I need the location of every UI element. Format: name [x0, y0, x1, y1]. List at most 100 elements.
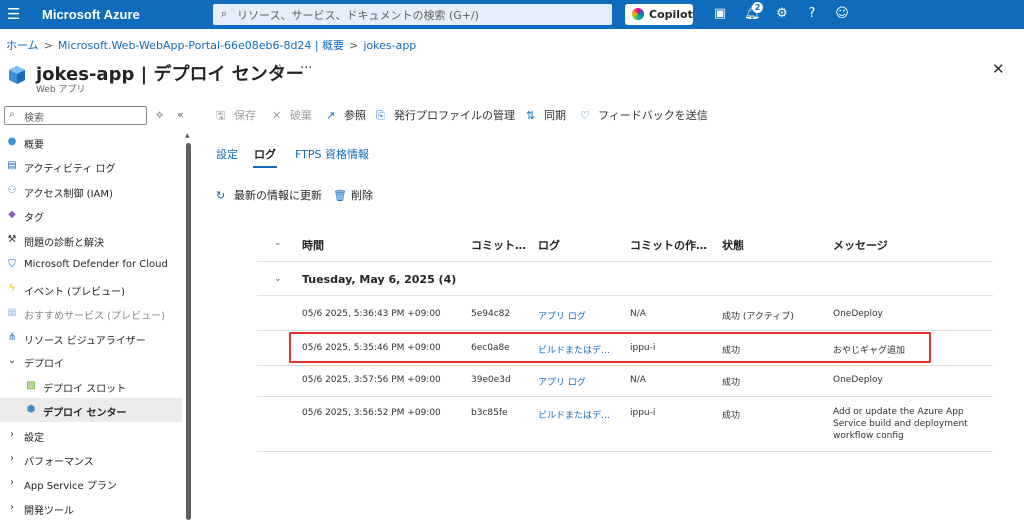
sidebar-item-recommended-services[interactable]: ▦ おすすめサービス (プレビュー): [0, 301, 182, 325]
sidebar-item-label: 問題の診断と解決: [24, 238, 104, 249]
send-feedback-button[interactable]: ♡ フィードバックを送信: [580, 107, 708, 123]
sidebar-item-label: パフォーマンス: [24, 457, 94, 468]
tab-logs[interactable]: ログ: [254, 146, 276, 162]
sidebar-item-label: おすすめサービス (プレビュー): [24, 311, 165, 322]
discard-button[interactable]: ✕ 破棄: [272, 107, 312, 123]
close-icon[interactable]: ✕: [992, 60, 1005, 78]
feedback-icon[interactable]: ☺: [834, 6, 850, 22]
heart-icon: ♡: [580, 109, 590, 122]
sidebar-item-iam[interactable]: ⚇ アクセス制御 (IAM): [0, 179, 182, 203]
help-icon[interactable]: ?: [804, 6, 820, 22]
group-chevron-down-icon[interactable]: ⌄: [274, 274, 282, 284]
column-header-commit[interactable]: コミット…: [471, 237, 526, 253]
cell-author: N/A: [630, 309, 646, 319]
sidebar-search-input[interactable]: ⌕ 検索: [4, 106, 147, 125]
sidebar-item-dev-tools[interactable]: › 開発ツール: [0, 496, 182, 520]
copilot-button[interactable]: Copilot: [625, 4, 693, 25]
sync-icon: ⇅: [526, 109, 536, 122]
table-divider: [257, 365, 993, 366]
cell-commit: 39e0e3d: [471, 375, 511, 385]
sidebar-item-deployment-slots[interactable]: ▧ デプロイ スロット: [0, 374, 182, 398]
sidebar-item-diagnose[interactable]: ⚒ 問題の診断と解決: [0, 228, 182, 252]
copilot-icon: [632, 8, 644, 20]
breadcrumb-jokes-app[interactable]: jokes-app: [363, 39, 416, 52]
brand-title[interactable]: Microsoft Azure: [42, 7, 140, 22]
sidebar-item-label: タグ: [24, 213, 44, 224]
feedback-label: フィードバックを送信: [598, 109, 708, 122]
sidebar-item-deploy[interactable]: ⌄ デプロイ: [0, 349, 182, 373]
sidebar-options-icon[interactable]: ⟡: [156, 108, 163, 122]
column-header-message[interactable]: メッセージ: [833, 237, 888, 253]
column-header-commit-author[interactable]: コミットの作…: [630, 237, 707, 253]
sidebar-item-tags[interactable]: ◆ タグ: [0, 203, 182, 227]
more-options-icon[interactable]: ···: [300, 61, 312, 76]
publish-profile-icon: ⎘: [376, 109, 385, 122]
save-button[interactable]: 🖫 保存: [216, 107, 256, 123]
delete-button[interactable]: 🗑︎ 削除: [333, 187, 373, 203]
breadcrumb-webapp-portal[interactable]: Microsoft.Web-WebApp-Portal-66e08eb6-8d2…: [58, 39, 344, 52]
chevron-right-icon: ›: [10, 477, 14, 488]
sync-button[interactable]: ⇅ 同期: [526, 107, 566, 123]
discard-icon: ✕: [272, 109, 282, 122]
sidebar-item-app-service-plan[interactable]: › App Service プラン: [0, 471, 182, 495]
sidebar-scroll-thumb[interactable]: [186, 143, 191, 520]
chevron-down-icon: ⌄: [7, 355, 17, 366]
deployment-center-icon: ⬢: [26, 404, 36, 415]
cell-log-link[interactable]: アプリ ログ: [538, 375, 586, 388]
sidebar-item-overview[interactable]: ● 概要: [0, 130, 182, 154]
table-divider: [257, 396, 993, 397]
cell-log-link[interactable]: ビルドまたはデ…: [538, 408, 610, 421]
sidebar-item-performance[interactable]: › パフォーマンス: [0, 447, 182, 471]
cell-message: Add or update the Azure App Service buil…: [833, 407, 968, 441]
tab-settings[interactable]: 設定: [216, 146, 238, 162]
column-header-time[interactable]: 時間: [302, 237, 324, 253]
hamburger-menu-icon[interactable]: ☰: [7, 6, 20, 23]
breadcrumb-separator: >: [349, 39, 359, 52]
tab-ftps-credentials[interactable]: FTPS 資格情報: [295, 146, 369, 162]
sidebar-item-label: App Service プラン: [24, 481, 117, 492]
sidebar-item-activity-log[interactable]: ▤ アクティビティ ログ: [0, 154, 182, 178]
browse-button[interactable]: ↗ 参照: [326, 107, 366, 123]
cell-commit: 5e94c82: [471, 309, 511, 319]
refresh-button[interactable]: ↻ 最新の情報に更新: [216, 187, 322, 203]
manage-publish-profile-button[interactable]: ⎘ 発行プロファイルの管理: [376, 107, 515, 123]
search-icon: ⌕: [9, 109, 15, 120]
breadcrumb-home[interactable]: ホーム: [6, 39, 39, 52]
column-header-status[interactable]: 状態: [722, 237, 744, 253]
column-header-log[interactable]: ログ: [538, 237, 560, 253]
cell-message: OneDeploy: [833, 309, 883, 319]
page-subtitle: Web アプリ: [36, 85, 86, 95]
save-icon: 🖫: [216, 109, 226, 122]
table-divider: [257, 261, 993, 262]
sync-label: 同期: [544, 109, 566, 122]
cell-time: 05/6 2025, 3:56:52 PM +09:00: [302, 408, 441, 418]
chevron-right-icon: ›: [10, 429, 14, 440]
collapse-sidebar-icon[interactable]: «: [177, 108, 184, 121]
favorite-star-icon[interactable]: ☆: [274, 62, 286, 77]
collapse-all-chevron-icon[interactable]: ⌄: [274, 238, 282, 248]
cloud-shell-icon[interactable]: ▣: [712, 6, 728, 22]
sidebar-item-settings[interactable]: › 設定: [0, 423, 182, 447]
sidebar-item-label: イベント (プレビュー): [24, 287, 125, 298]
delete-label: 削除: [351, 189, 373, 202]
global-search-input[interactable]: ⌕ リソース、サービス、ドキュメントの検索 (G+/): [213, 4, 612, 25]
sidebar-item-label: デプロイ センター: [43, 408, 127, 419]
cell-status: 成功: [722, 378, 741, 388]
tag-icon: ◆: [8, 209, 16, 220]
sidebar-item-label: 概要: [24, 140, 44, 151]
web-app-icon: [9, 66, 25, 84]
grid-icon: ▦: [7, 307, 17, 318]
refresh-icon: ↻: [216, 189, 226, 202]
sidebar-item-defender[interactable]: ⛉ Microsoft Defender for Cloud: [0, 253, 182, 277]
cell-author: N/A: [630, 375, 646, 385]
settings-icon[interactable]: ⚙: [774, 6, 790, 22]
breadcrumb-separator: >: [43, 39, 53, 52]
sidebar-item-events[interactable]: ϟ イベント (プレビュー): [0, 277, 182, 301]
sidebar-item-deployment-center[interactable]: ⬢ デプロイ センター: [0, 398, 182, 422]
save-label: 保存: [234, 109, 256, 122]
scroll-up-arrow-icon[interactable]: ▲: [185, 132, 190, 139]
cell-log-link[interactable]: アプリ ログ: [538, 309, 586, 322]
sidebar-item-resource-visualizer[interactable]: ⋔ リソース ビジュアライザー: [0, 326, 182, 350]
sidebar-search-placeholder: 検索: [24, 113, 44, 124]
iam-icon: ⚇: [7, 185, 17, 196]
